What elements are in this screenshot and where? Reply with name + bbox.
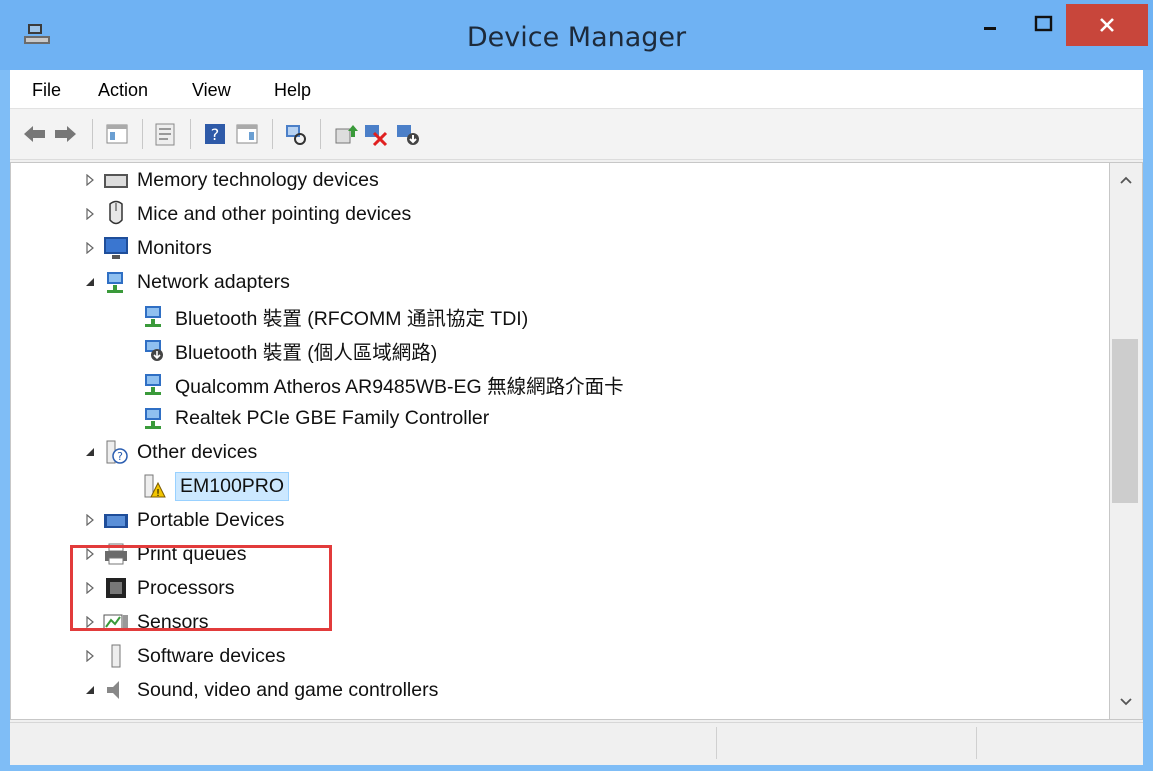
collapse-arrow-icon[interactable] [79,276,101,288]
tree-item-print-queues[interactable]: Print queues [79,537,247,571]
toolbar-separator [320,119,321,149]
sensor-icon [101,607,131,637]
tree-item-sensors[interactable]: Sensors [79,605,209,639]
tree-item-monitors[interactable]: Monitors [79,231,212,265]
tree-item-realtek[interactable]: Realtek PCIe GBE Family Controller [139,401,489,435]
tree-item-label: Monitors [137,236,212,259]
tree-item-label: EM100PRO [175,471,290,501]
menu-file[interactable]: File [32,80,61,101]
toolbar-separator [190,119,191,149]
device-tree[interactable]: Memory technology devices Mice and other… [10,162,1110,720]
update-driver-icon[interactable] [332,121,358,147]
tree-item-sound-video-game[interactable]: Sound, video and game controllers [79,673,438,707]
forward-arrow-icon[interactable] [52,121,78,147]
bluetooth-network-icon [139,335,169,365]
expand-arrow-icon[interactable] [79,174,101,186]
unknown-device-icon: ? [101,437,131,467]
tree-item-label: Bluetooth 裝置 (RFCOMM 通訊協定 TDI) [175,307,529,330]
client-area: File Action View Help ? Memory technolog… [10,70,1143,765]
memory-card-icon [101,165,131,195]
tree-item-label: Bluetooth 裝置 (個人區域網路) [175,341,438,364]
vertical-scrollbar[interactable] [1110,162,1143,720]
tree-item-network-adapters[interactable]: Network adapters [79,265,290,299]
expand-arrow-icon[interactable] [79,208,101,220]
network-adapter-icon [139,369,169,399]
device-manager-window: Device Manager File Action View Help ? M… [0,0,1153,771]
tree-item-processors[interactable]: Processors [79,571,235,605]
menu-help[interactable]: Help [274,80,311,101]
tree-item-label: Sensors [137,610,209,633]
status-bar [10,722,1143,765]
speaker-icon [101,675,131,705]
scan-hardware-icon[interactable] [282,121,308,147]
tree-item-label: Print queues [137,542,247,565]
tree-item-label: Realtek PCIe GBE Family Controller [175,406,490,429]
expand-arrow-icon[interactable] [79,548,101,560]
expand-arrow-icon[interactable] [79,650,101,662]
svg-text:?: ? [117,450,123,463]
network-adapter-icon [101,267,131,297]
tree-item-label: Network adapters [137,270,290,293]
tree-item-label: Memory technology devices [137,168,379,191]
action-pane-icon[interactable] [234,121,260,147]
title-bar[interactable]: Device Manager [0,0,1153,70]
tree-item-label: Mice and other pointing devices [137,202,412,225]
printer-icon [101,539,131,569]
expand-arrow-icon[interactable] [79,582,101,594]
enable-device-icon[interactable] [394,121,420,147]
tree-item-bluetooth-pan[interactable]: Bluetooth 裝置 (個人區域網路) [139,333,437,367]
scroll-down-button[interactable] [1110,685,1142,719]
network-adapter-icon [139,301,169,331]
tree-item-label: Software devices [137,644,286,667]
collapse-arrow-icon[interactable] [79,446,101,458]
show-hide-tree-icon[interactable] [104,121,130,147]
tree-item-mice[interactable]: Mice and other pointing devices [79,197,411,231]
scroll-up-button[interactable] [1110,163,1142,197]
toolbar: ? [10,109,1143,160]
status-pane-divider [976,727,978,759]
expand-arrow-icon[interactable] [79,242,101,254]
status-pane-divider [716,727,718,759]
processor-icon [101,573,131,603]
collapse-arrow-icon[interactable] [79,684,101,696]
tree-item-bluetooth-rfcomm[interactable]: Bluetooth 裝置 (RFCOMM 通訊協定 TDI) [139,299,528,333]
software-device-icon [101,641,131,671]
warning-device-icon: ! [139,471,169,501]
uninstall-icon[interactable] [362,121,388,147]
tree-item-label: Sound, video and game controllers [137,678,439,701]
properties-icon[interactable] [152,121,178,147]
tree-item-label: Portable Devices [137,508,285,531]
help-icon[interactable]: ? [202,121,228,147]
menu-action[interactable]: Action [98,80,148,101]
back-arrow-icon[interactable] [22,121,48,147]
svg-text:!: ! [156,488,160,499]
monitor-icon [101,233,131,263]
portable-device-icon [101,505,131,535]
tree-item-label: Other devices [137,440,258,463]
menu-view[interactable]: View [192,80,231,101]
expand-arrow-icon[interactable] [79,616,101,628]
tree-item-em100pro[interactable]: ! EM100PRO [139,469,290,503]
network-adapter-icon [139,403,169,433]
tree-item-label: Qualcomm Atheros AR9485WB-EG 無線網路介面卡 [175,375,624,398]
toolbar-separator [272,119,273,149]
menu-bar: File Action View Help [10,70,1143,109]
mouse-icon [101,199,131,229]
toolbar-separator [92,119,93,149]
svg-text:?: ? [211,125,220,144]
scrollbar-thumb[interactable] [1112,339,1138,503]
toolbar-separator [142,119,143,149]
tree-item-portable-devices[interactable]: Portable Devices [79,503,284,537]
maximize-button[interactable] [1018,4,1070,44]
tree-item-software-devices[interactable]: Software devices [79,639,286,673]
tree-item-memory-technology-devices[interactable]: Memory technology devices [79,163,379,197]
expand-arrow-icon[interactable] [79,514,101,526]
tree-item-other-devices[interactable]: ? Other devices [79,435,257,469]
tree-item-qualcomm-wireless[interactable]: Qualcomm Atheros AR9485WB-EG 無線網路介面卡 [139,367,624,401]
minimize-button[interactable] [960,4,1020,44]
tree-item-label: Processors [137,576,235,599]
close-button[interactable] [1066,4,1148,46]
